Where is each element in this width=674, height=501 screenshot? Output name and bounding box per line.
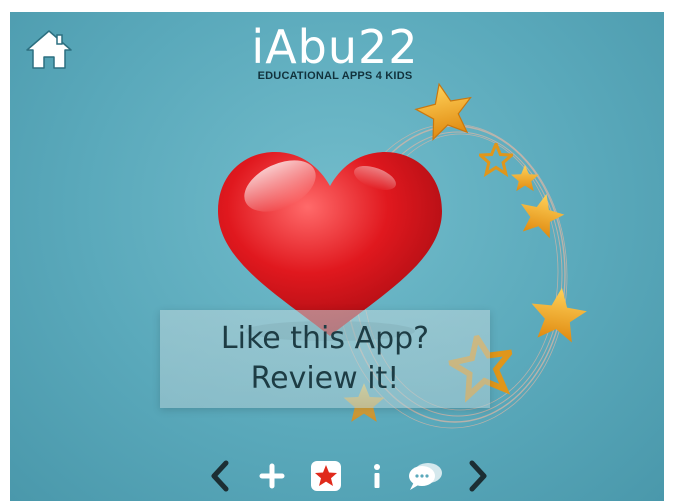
prompt-line-1: Like this App? <box>220 321 430 356</box>
chevron-left-icon <box>211 460 229 492</box>
prompt-line-2: Review it! <box>250 361 400 396</box>
review-screen: iAbu22 EDUCATIONAL APPS 4 KIDS Like this… <box>10 12 664 501</box>
feedback-button[interactable] <box>405 458 445 494</box>
info-icon <box>374 464 380 488</box>
logo-subtitle: EDUCATIONAL APPS 4 KIDS <box>257 70 413 82</box>
bottom-toolbar <box>205 458 495 494</box>
plus-icon <box>259 463 285 489</box>
more-apps-button[interactable] <box>257 458 287 494</box>
logo-title: iAbu22 <box>251 20 419 74</box>
review-button[interactable] <box>309 458 343 494</box>
star-icon <box>410 76 479 144</box>
home-button[interactable] <box>24 28 74 72</box>
app-logo: iAbu22 EDUCATIONAL APPS 4 KIDS <box>246 22 424 82</box>
chevron-right-icon <box>469 460 487 492</box>
previous-button[interactable] <box>205 458 235 494</box>
review-prompt-banner[interactable]: Like this App? Review it! <box>160 310 490 408</box>
star-icon <box>311 461 341 491</box>
info-button[interactable] <box>365 458 389 494</box>
chat-bubble-icon <box>409 463 442 490</box>
next-button[interactable] <box>463 458 493 494</box>
home-icon <box>26 30 72 69</box>
